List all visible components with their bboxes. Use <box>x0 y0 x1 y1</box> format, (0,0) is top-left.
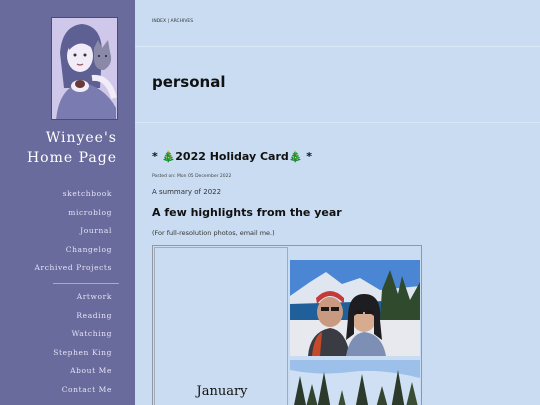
post-date: Posted on: Mon 05 December 2022 <box>152 174 232 179</box>
nav-link-journal[interactable]: Journal <box>35 222 112 241</box>
site-title-line1: Winyee's <box>45 130 117 146</box>
nav-link-watching[interactable]: Watching <box>53 325 112 344</box>
photo-snowy-forest[interactable] <box>290 360 420 405</box>
nav-link-reading[interactable]: Reading <box>53 307 112 326</box>
month-cell: January <box>154 247 288 405</box>
photo-selfie-lake[interactable] <box>290 260 420 356</box>
breadcrumb-archives-link[interactable]: ARCHIVES <box>170 19 193 24</box>
nav-link-changelog[interactable]: Changelog <box>35 241 112 260</box>
breadcrumb: INDEX | ARCHIVES <box>152 19 193 24</box>
photo-snowy-forest-image <box>290 360 420 405</box>
month-label: January <box>196 384 248 399</box>
nav-link-contact-me[interactable]: Contact Me <box>53 381 112 400</box>
site-title[interactable]: Winyee's Home Page <box>27 128 117 168</box>
breadcrumb-index-link[interactable]: INDEX <box>152 19 166 24</box>
nav-link-about-me[interactable]: About Me <box>53 362 112 381</box>
site-title-line2: Home Page <box>26 150 117 166</box>
nav-link-artwork[interactable]: Artwork <box>53 288 112 307</box>
nav-link-microblog[interactable]: microblog <box>35 204 112 223</box>
post-title[interactable]: * 🎄2022 Holiday Card🎄 * <box>152 150 312 163</box>
post-note: (For full-resolution photos, email me.) <box>152 229 275 237</box>
header-divider <box>135 46 540 47</box>
page-title: personal <box>152 73 226 91</box>
avatar <box>51 17 118 120</box>
secondary-nav: Artwork Reading Watching Stephen King Ab… <box>53 288 112 399</box>
main-content: INDEX | ARCHIVES personal * 🎄2022 Holida… <box>135 0 540 405</box>
sidebar: Winyee's Home Page sketchbook microblog … <box>0 0 135 405</box>
post-section-heading: A few highlights from the year <box>152 206 342 219</box>
post-summary: A summary of 2022 <box>152 188 222 196</box>
nav-link-stephen-king[interactable]: Stephen King <box>53 344 112 363</box>
title-divider <box>135 122 540 123</box>
primary-nav: sketchbook microblog Journal Changelog A… <box>35 185 112 278</box>
photo-table: January <box>152 245 422 405</box>
photo-selfie-lake-image <box>290 260 420 356</box>
nav-link-archived-projects[interactable]: Archived Projects <box>35 259 112 278</box>
avatar-illustration <box>52 18 117 119</box>
nav-link-sketchbook[interactable]: sketchbook <box>35 185 112 204</box>
nav-divider <box>53 283 119 284</box>
